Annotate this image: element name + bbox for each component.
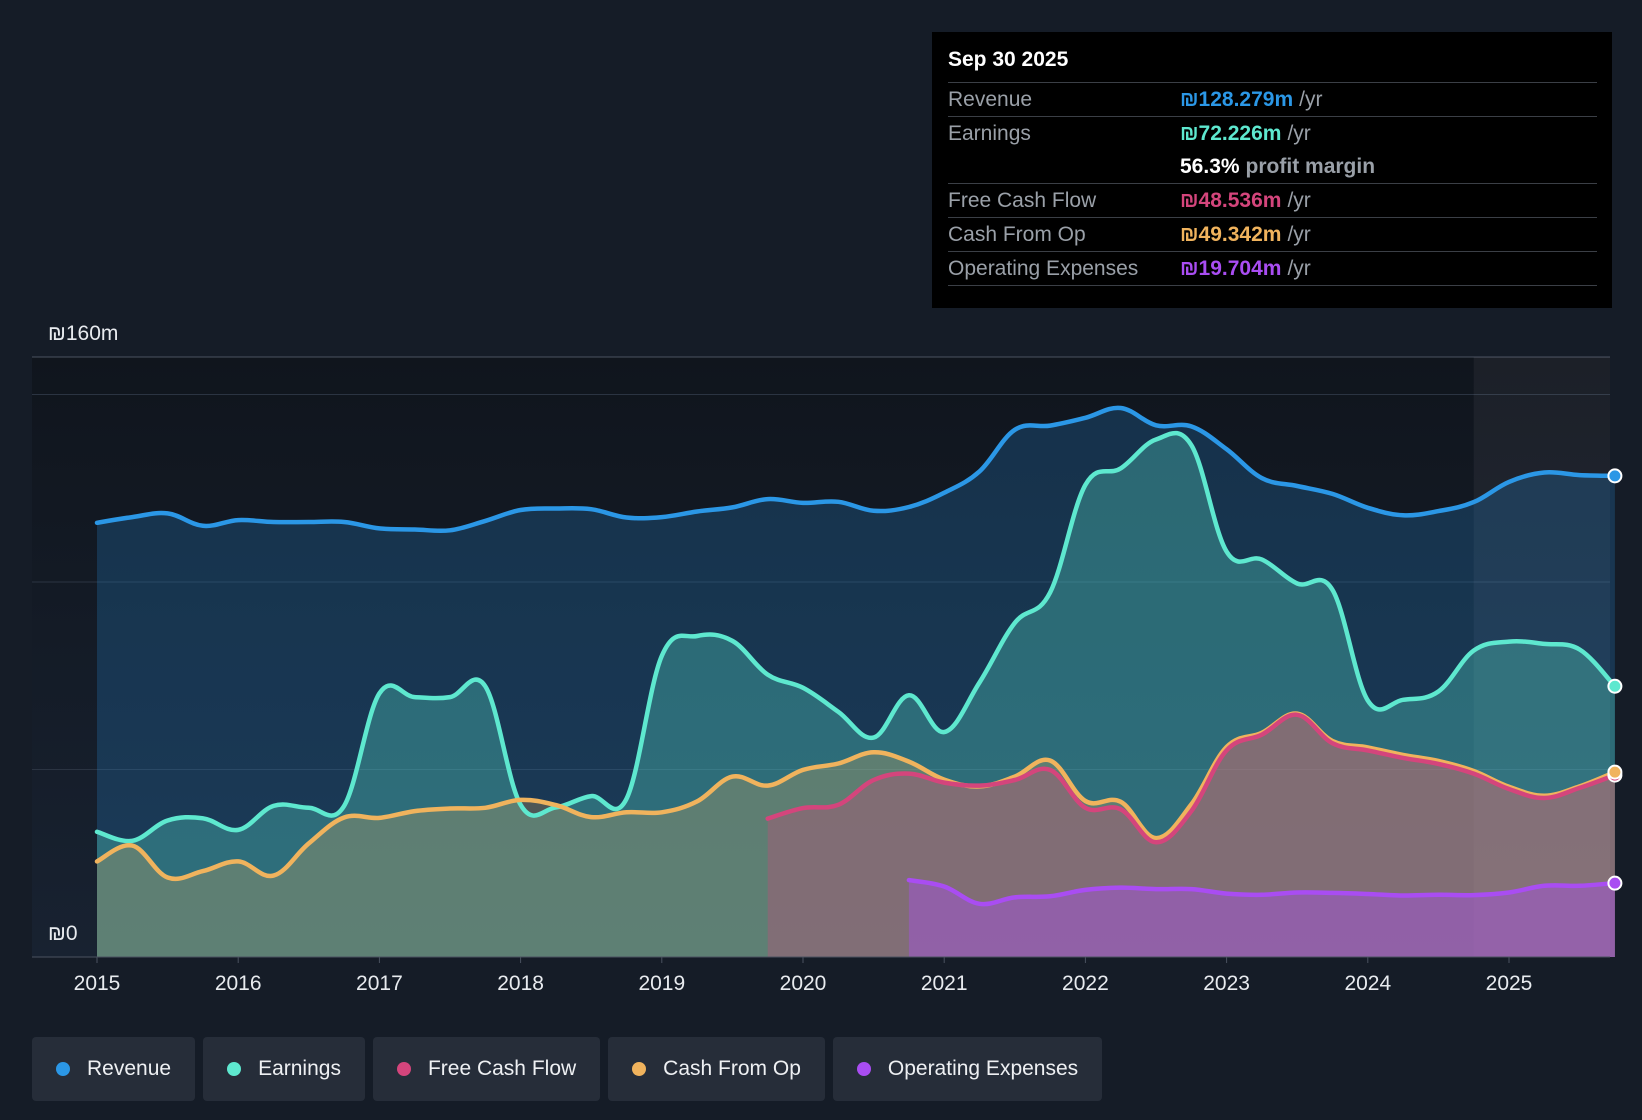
tooltip-label: Free Cash Flow	[948, 188, 1097, 212]
legend-item-operating-expenses[interactable]: Operating Expenses	[832, 1037, 1103, 1101]
tooltip-row-free-cash-flow: Free Cash Flow ₪48.536m /yr	[948, 183, 1597, 217]
y-axis-max-label: ₪160m	[48, 322, 118, 345]
legend: Revenue Earnings Free Cash Flow Cash Fro…	[32, 1037, 1103, 1101]
legend-item-free-cash-flow[interactable]: Free Cash Flow	[372, 1037, 601, 1101]
earnings-end-marker[interactable]	[1607, 678, 1623, 694]
legend-item-cash-from-op[interactable]: Cash From Op	[608, 1037, 825, 1101]
tooltip-unit: /yr	[1287, 121, 1311, 145]
tooltip: Sep 30 2025 Revenue ₪128.279m /yr Earnin…	[932, 32, 1612, 308]
tooltip-row-operating-expenses: Operating Expenses ₪19.704m /yr	[948, 251, 1597, 285]
x-tick-label: 2016	[215, 972, 262, 995]
x-tick-label: 2022	[1062, 972, 1109, 995]
x-tick-label: 2024	[1344, 972, 1391, 995]
legend-dot-icon	[56, 1062, 70, 1076]
tooltip-value: ₪19.704m	[1180, 256, 1282, 280]
x-tick-label: 2023	[1203, 972, 1250, 995]
tooltip-value: ₪48.536m	[1180, 188, 1282, 212]
profit-margin-value: 56.3%	[1180, 154, 1240, 178]
legend-item-revenue[interactable]: Revenue	[32, 1037, 196, 1101]
tooltip-row-margin: 56.3% profit margin	[948, 150, 1597, 183]
legend-dot-icon	[856, 1062, 871, 1076]
tooltip-unit: /yr	[1287, 256, 1311, 280]
tooltip-label: Earnings	[948, 121, 1031, 145]
tooltip-row-revenue: Revenue ₪128.279m /yr	[948, 82, 1597, 116]
legend-label: Revenue	[87, 1057, 172, 1080]
tooltip-label: Revenue	[948, 87, 1033, 111]
legend-label: Operating Expenses	[887, 1057, 1079, 1080]
legend-label: Earnings	[258, 1057, 341, 1080]
tooltip-value: ₪72.226m	[1180, 121, 1282, 145]
tooltip-unit: /yr	[1287, 222, 1311, 246]
tooltip-value: ₪49.342m	[1180, 222, 1282, 246]
legend-label: Cash From Op	[663, 1057, 801, 1080]
x-tick-label: 2021	[921, 972, 968, 995]
tooltip-unit: /yr	[1299, 87, 1323, 111]
legend-item-earnings[interactable]: Earnings	[203, 1037, 365, 1101]
tooltip-label: Cash From Op	[948, 222, 1086, 246]
tooltip-divider	[948, 285, 1597, 287]
tooltip-row-cash-from-op: Cash From Op ₪49.342m /yr	[948, 217, 1597, 251]
revenue-end-marker[interactable]	[1607, 468, 1623, 484]
x-tick-label: 2025	[1486, 972, 1533, 995]
cash-from-op-end-marker[interactable]	[1607, 764, 1623, 780]
legend-label: Free Cash Flow	[427, 1057, 577, 1080]
legend-dot-icon	[632, 1062, 647, 1076]
y-axis-zero-label: ₪0	[48, 922, 78, 945]
x-tick-label: 2020	[780, 972, 827, 995]
operating-expenses-end-marker[interactable]	[1607, 875, 1623, 891]
tooltip-label: Operating Expenses	[948, 256, 1139, 280]
x-tick-label: 2018	[497, 972, 544, 995]
x-tick-label: 2019	[638, 972, 685, 995]
legend-dot-icon	[396, 1062, 411, 1076]
tooltip-row-earnings: Earnings ₪72.226m /yr	[948, 116, 1597, 150]
profit-margin-label: profit margin	[1245, 154, 1376, 178]
x-tick-label: 2015	[74, 972, 121, 995]
legend-dot-icon	[227, 1062, 242, 1076]
tooltip-unit: /yr	[1287, 188, 1311, 212]
tooltip-date: Sep 30 2025	[948, 48, 1069, 71]
x-tick-label: 2017	[356, 972, 403, 995]
tooltip-value: ₪128.279m	[1180, 87, 1294, 111]
